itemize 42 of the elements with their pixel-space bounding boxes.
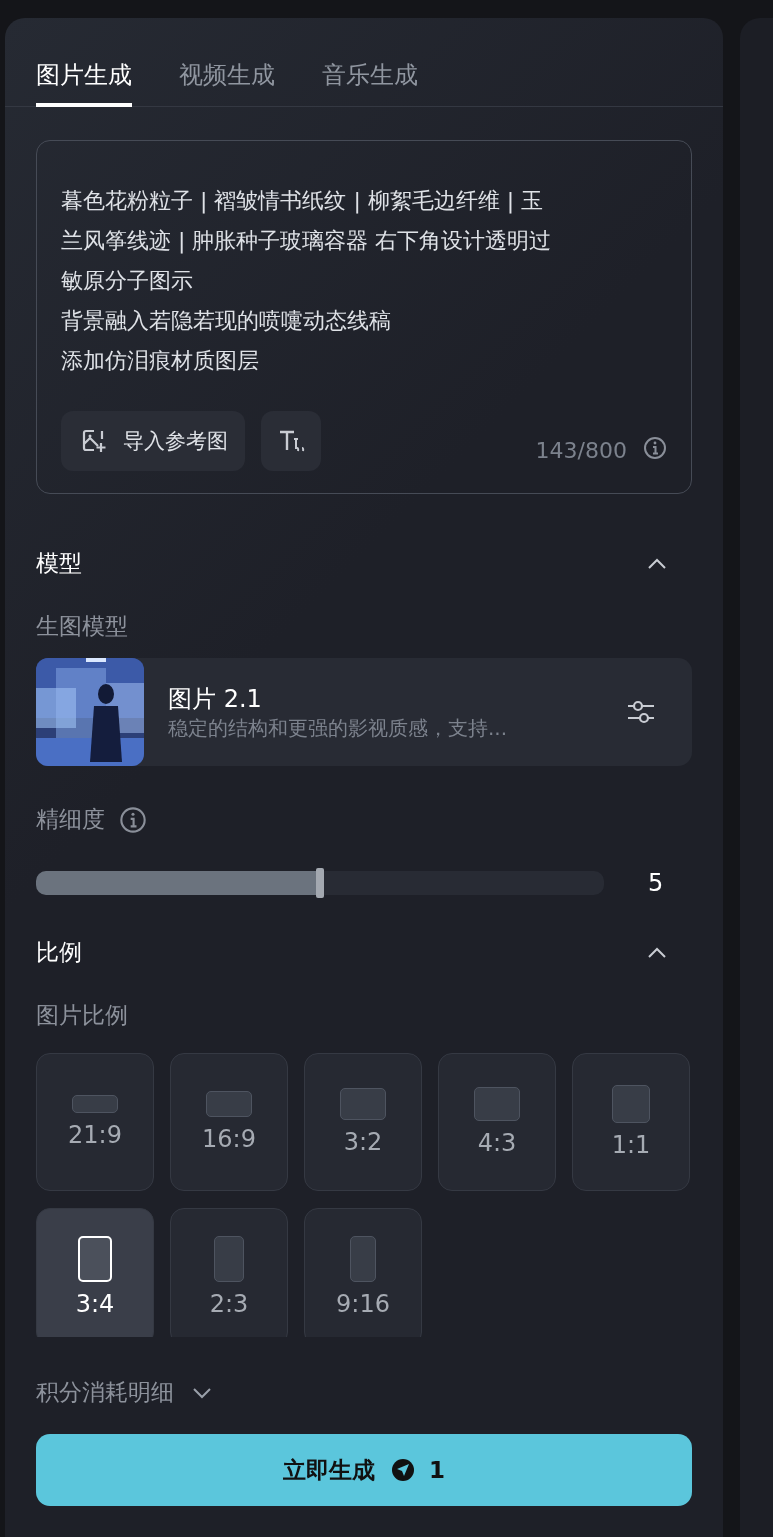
model-name: 图片 2.1 <box>168 683 263 715</box>
prompt-text-line: 暮色花粉粒子 | 褶皱情书纸纹 | 柳絮毛边纤维 | 玉 <box>61 187 545 216</box>
tab[interactable]: 视频生成 <box>179 18 275 107</box>
credit-icon <box>391 1458 415 1482</box>
section-title: 比例 <box>36 938 82 967</box>
prompt-text-line: 背景融入若隐若现的喷嚏动态线稿 <box>61 307 392 335</box>
collapse-chevron-icon[interactable] <box>647 946 667 959</box>
text-style-button[interactable] <box>261 411 321 471</box>
prompt-text-line: 添加仿泪痕材质图层 <box>61 347 260 375</box>
ratio-option[interactable]: 4:3 <box>438 1053 556 1191</box>
ratio-option[interactable]: 3:2 <box>304 1053 422 1191</box>
ratio-option[interactable]: 1:1 <box>572 1053 690 1191</box>
character-counter: 143/800 <box>535 436 627 463</box>
slider-thumb[interactable] <box>316 868 324 898</box>
tab[interactable]: 图片生成 <box>36 18 132 107</box>
model-card[interactable]: 图片 2.1 稳定的结构和更强的影视质感，支持... <box>36 658 692 766</box>
ratio-option[interactable]: 3:4 <box>36 1208 154 1337</box>
ratio-option[interactable]: 2:3 <box>170 1208 288 1337</box>
credits-detail-label: 积分消耗明细 <box>36 1378 174 1407</box>
sliders-icon[interactable] <box>626 698 656 726</box>
field-label: 精细度 <box>36 805 105 834</box>
field-label: 生图模型 <box>36 612 129 641</box>
ratio-option[interactable]: 9:16 <box>304 1208 422 1337</box>
section-title: 模型 <box>36 549 82 578</box>
prompt-field[interactable]: 暮色花粉粒子 | 褶皱情书纸纹 | 柳絮毛边纤维 | 玉 兰风筝线迹 | 肿胀种子玻璃容器 右下角设计透明过 敏原分子图示 背景融入若隐若现的喷嚏动态线稿 添加仿泪痕材质图层 导入参考图 143/800 <box>36 140 692 494</box>
collapse-chevron-icon[interactable] <box>647 557 667 570</box>
import-reference-button[interactable]: 导入参考图 <box>61 411 245 471</box>
generate-button[interactable]: 立即生成 1 <box>36 1434 692 1506</box>
slider-value: 5 <box>648 869 664 897</box>
text-style-icon <box>277 428 305 454</box>
prompt-text-line: 兰风筝线迹 | 肿胀种子玻璃容器 右下角设计透明过 <box>61 227 553 256</box>
image-add-icon <box>81 428 107 454</box>
expand-chevron-icon[interactable] <box>192 1386 212 1399</box>
info-icon[interactable] <box>119 805 147 834</box>
field-label: 图片比例 <box>36 1001 129 1030</box>
ratio-option[interactable]: 21:9 <box>36 1053 154 1191</box>
ratio-option[interactable]: 16:9 <box>170 1053 288 1191</box>
tab[interactable]: 音乐生成 <box>322 18 418 107</box>
info-icon[interactable] <box>643 436 667 460</box>
prompt-text-line: 敏原分子图示 <box>61 267 194 295</box>
detail-slider[interactable] <box>36 871 604 895</box>
model-description: 稳定的结构和更强的影视质感，支持... <box>168 714 509 742</box>
